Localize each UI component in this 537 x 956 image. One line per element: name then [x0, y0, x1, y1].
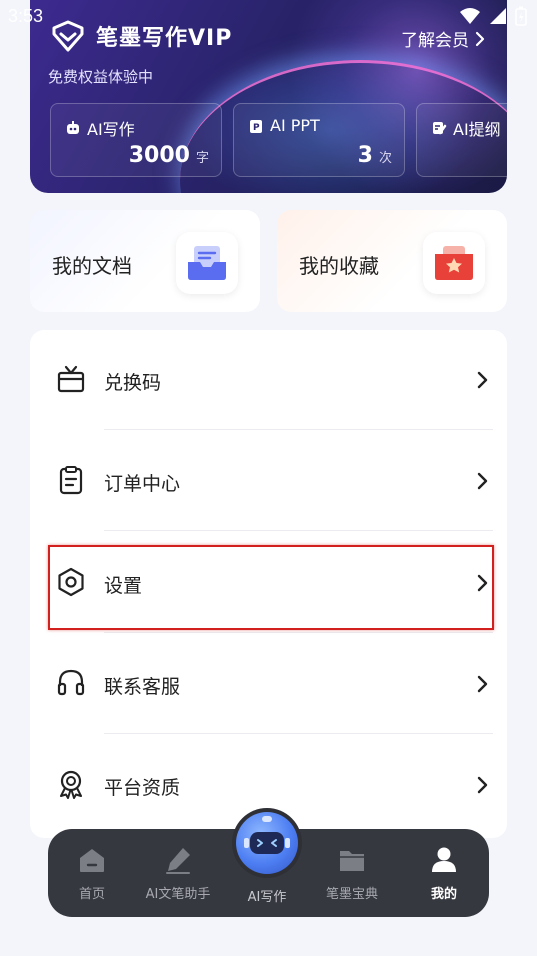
- award-icon: [60, 770, 82, 799]
- menu-label: 平台资质: [104, 777, 181, 799]
- nav-label: AI文笔助手: [145, 887, 211, 902]
- nav-item-home[interactable]: 首页: [50, 845, 134, 902]
- folder-icon: [340, 851, 364, 871]
- benefit-name: AI PPT: [270, 116, 320, 135]
- user-icon: [432, 847, 456, 872]
- status-icons: [459, 6, 527, 26]
- benefit-name: AI写作: [87, 120, 135, 139]
- benefit-ai-outline[interactable]: AI提纲: [416, 103, 507, 177]
- chevron-right-icon: [477, 675, 488, 693]
- nav-label-ai-writing: AI写作: [247, 890, 287, 905]
- status-bar: 3:53: [0, 0, 537, 36]
- vip-subtitle: 免费权益体验中: [48, 68, 154, 86]
- benefit-name: AI提纲: [453, 120, 501, 139]
- status-time: 3:53: [8, 6, 44, 26]
- benefit-unit: 次: [378, 151, 392, 166]
- chevron-right-icon: [477, 776, 488, 794]
- home-icon: [80, 849, 104, 872]
- pen-icon: [166, 848, 190, 874]
- divider: [104, 530, 493, 531]
- menu-label: 设置: [104, 575, 143, 597]
- nav-label: 我的: [430, 887, 457, 902]
- nav-label: 首页: [78, 887, 105, 902]
- nav-item-me[interactable]: 我的: [402, 845, 486, 902]
- nav-item-bimo-handbook[interactable]: 笔墨宝典: [310, 845, 394, 902]
- my-favorites-card[interactable]: 我的收藏: [277, 210, 507, 312]
- divider: [104, 429, 493, 430]
- battery-icon: [515, 6, 527, 26]
- ppt-icon: P: [250, 119, 262, 133]
- benefit-unit: 字: [195, 151, 209, 166]
- gift-icon: [57, 365, 85, 393]
- my-documents-label: 我的文档: [52, 254, 132, 278]
- signal-icon: [490, 8, 506, 24]
- nav-item-ai-writing[interactable]: [232, 808, 302, 878]
- divider: [104, 632, 493, 633]
- menu-item-order-center[interactable]: 订单中心: [30, 431, 507, 531]
- settings-hexagon-icon: [58, 567, 84, 597]
- robot-face-icon: [236, 812, 298, 874]
- nav-label: 笔墨宝典: [325, 887, 378, 902]
- menu-item-redeem-code[interactable]: 兑换码: [30, 330, 507, 430]
- headset-icon: [57, 669, 85, 696]
- benefit-ai-writing[interactable]: AI写作 3000 字: [50, 103, 222, 177]
- benefit-value: 3000: [128, 143, 190, 168]
- menu-list: 兑换码 订单中心 设置 联系客服 平台资质: [30, 330, 507, 838]
- outline-icon: [433, 122, 447, 135]
- menu-item-settings[interactable]: 设置: [30, 533, 507, 633]
- menu-label: 联系客服: [104, 676, 181, 698]
- my-favorites-label: 我的收藏: [299, 254, 379, 278]
- chevron-right-icon: [477, 472, 488, 490]
- menu-label: 兑换码: [104, 372, 162, 394]
- robot-icon: [67, 121, 79, 134]
- svg-text:P: P: [253, 123, 260, 133]
- chevron-right-icon: [477, 574, 488, 592]
- divider: [104, 733, 493, 734]
- favorite-box-icon: [423, 232, 485, 294]
- clipboard-icon: [59, 466, 83, 495]
- benefit-value: 3: [357, 143, 373, 168]
- wifi-icon: [460, 8, 480, 24]
- benefit-ai-ppt[interactable]: P AI PPT 3 次: [233, 103, 405, 177]
- document-tray-icon: [176, 232, 238, 294]
- menu-item-customer-service[interactable]: 联系客服: [30, 634, 507, 734]
- nav-item-ai-writing-assistant[interactable]: AI文笔助手: [136, 845, 220, 902]
- my-documents-card[interactable]: 我的文档: [30, 210, 260, 312]
- menu-label: 订单中心: [104, 473, 181, 495]
- chevron-right-icon: [477, 371, 488, 389]
